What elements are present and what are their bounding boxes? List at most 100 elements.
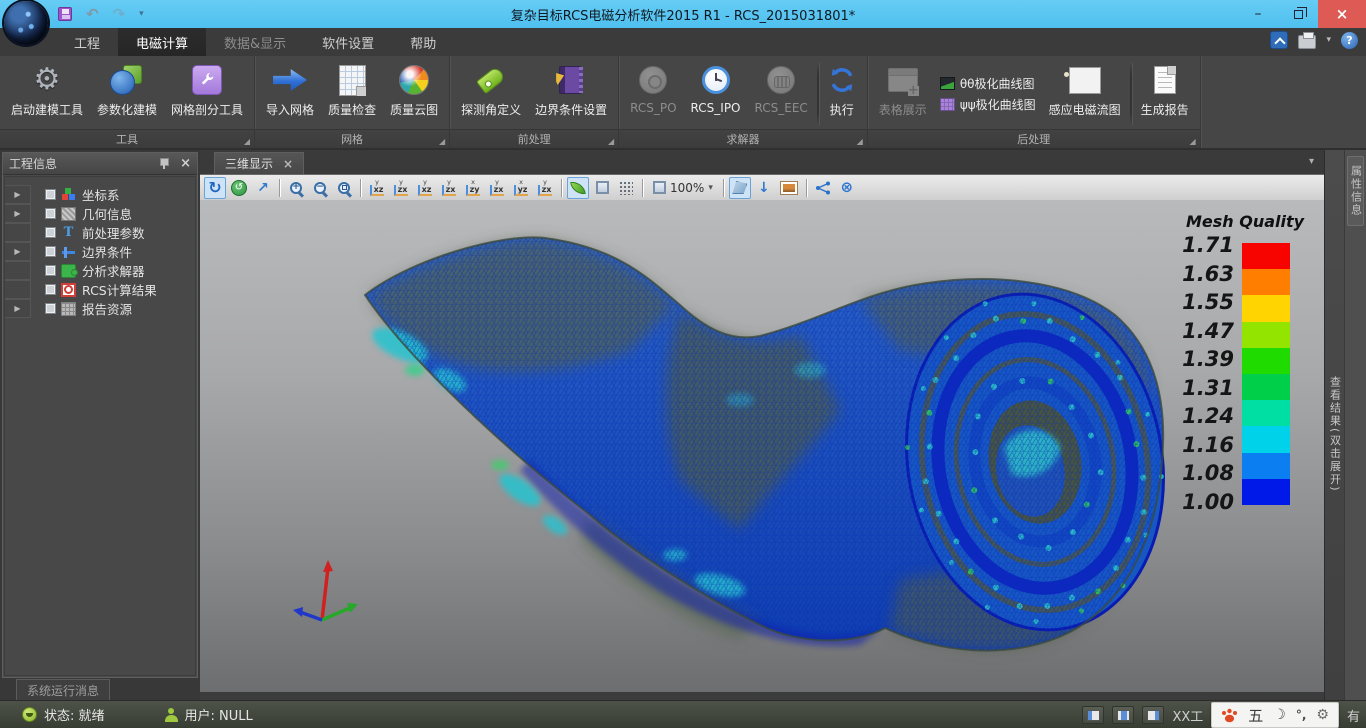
checkbox[interactable] [45, 227, 56, 238]
ime-paw-icon[interactable] [1221, 708, 1238, 723]
layout-left-panel-button[interactable] [1082, 706, 1104, 724]
app-logo[interactable] [4, 1, 48, 45]
view-preset-button-7[interactable]: xyz [510, 177, 532, 199]
clear-view-button[interactable]: ⊗ [836, 177, 858, 199]
clock-icon [702, 66, 730, 94]
tree-item-report-resources[interactable]: ▶ 报告资源 [5, 299, 195, 318]
tab-software-settings[interactable]: 软件设置 [304, 28, 392, 56]
rotate-icon: ↻ [208, 180, 221, 196]
dialog-launcher-icon[interactable]: ◢ [857, 137, 863, 146]
psi-polarization-curve-button[interactable]: ψψ极化曲线图 [940, 96, 1036, 113]
launch-modeling-tool-button[interactable]: ⚙ 启动建模工具 [4, 59, 90, 129]
tree-item-rcs-results[interactable]: RCS计算结果 [5, 280, 195, 299]
quality-contour-button[interactable]: 质量云图 [383, 59, 445, 129]
view-preset-button-5[interactable]: xzy [462, 177, 484, 199]
zoom-out-button[interactable]: − [309, 177, 331, 199]
viewport-3d[interactable]: Mesh Quality 1.71 1.63 1.55 1.47 1.39 1.… [200, 200, 1324, 692]
collapse-ribbon-icon[interactable] [1270, 31, 1288, 49]
tab-em-computation[interactable]: 电磁计算 [118, 28, 206, 56]
restore-button[interactable] [1278, 0, 1318, 28]
minimize-button[interactable]: – [1238, 0, 1278, 28]
checkbox[interactable] [45, 208, 56, 219]
shaded-mode-button[interactable] [567, 177, 589, 199]
view-preset-button-2[interactable]: yzx [390, 177, 412, 199]
help-icon[interactable]: ? [1341, 32, 1358, 49]
tab-list-dropdown-icon[interactable]: ▾ [1309, 156, 1314, 167]
checkbox[interactable] [45, 265, 56, 276]
induced-current-map-button[interactable]: 感应电磁流图 [1042, 59, 1128, 129]
tab-data-display[interactable]: 数据&显示 [206, 28, 304, 56]
tree-item-geometry-info[interactable]: ▶ 几何信息 [5, 204, 195, 223]
spin-view-button[interactable]: ↺ [228, 177, 250, 199]
ime-punctuation-icon[interactable]: °, [1296, 708, 1307, 722]
checkbox[interactable] [45, 246, 56, 257]
tab-project[interactable]: 工程 [56, 28, 118, 56]
layout-right-panel-button[interactable] [1142, 706, 1164, 724]
view-preset-button-1[interactable]: yxz [366, 177, 388, 199]
pan-view-button[interactable]: ↗ [252, 177, 274, 199]
snapshot-button[interactable] [777, 177, 801, 199]
execute-button[interactable]: 执行 [821, 59, 863, 129]
printer-dropdown-icon[interactable]: ▾ [1326, 35, 1331, 45]
expand-icon[interactable]: ▶ [14, 190, 20, 199]
points-mode-button[interactable] [615, 177, 637, 199]
ime-halfwidth-icon[interactable]: ☽ [1273, 707, 1286, 723]
detection-angle-button[interactable]: 探测角定义 [454, 59, 528, 129]
tab-3d-display[interactable]: 三维显示 × [214, 152, 304, 174]
dialog-launcher-icon[interactable]: ◢ [1190, 137, 1196, 146]
import-mesh-button[interactable]: 导入网格 [259, 59, 321, 129]
tree-item-coordinate-system[interactable]: ▶ 坐标系 [5, 185, 195, 204]
checkbox[interactable] [45, 189, 56, 200]
ime-toolbar[interactable]: 五 ☽ °, ⚙ [1211, 702, 1339, 728]
tree-item-label: 几何信息 [82, 204, 132, 223]
rotate-view-button[interactable]: ↻ [204, 177, 226, 199]
rcs-ipo-button[interactable]: RCS_IPO [684, 59, 748, 129]
checkbox[interactable] [45, 284, 56, 295]
tree-item-boundary-conditions[interactable]: ▶ 边界条件 [5, 242, 195, 261]
tree-item-analysis-solver[interactable]: 分析求解器 [5, 261, 195, 280]
view-preset-button-4[interactable]: yzx [438, 177, 460, 199]
printer-icon[interactable] [1298, 35, 1316, 49]
dialog-launcher-icon[interactable]: ◢ [608, 137, 614, 146]
results-collapsed-panel[interactable]: 查看结果(双击展开) [1324, 150, 1344, 700]
theta-polarization-curve-button[interactable]: θθ极化曲线图 [940, 75, 1036, 92]
properties-collapsed-tab[interactable]: 属性信息 [1347, 156, 1364, 226]
dialog-launcher-icon[interactable]: ◢ [439, 137, 445, 146]
tab-help[interactable]: 帮助 [392, 28, 454, 56]
zoom-in-button[interactable]: + [285, 177, 307, 199]
system-messages-tab[interactable]: 系统运行消息 [16, 679, 110, 702]
group-label-text: 前处理 [518, 131, 551, 147]
checkbox[interactable] [45, 303, 56, 314]
panel-close-icon[interactable]: × [180, 157, 191, 170]
pin-icon[interactable] [159, 158, 168, 169]
share-view-button[interactable] [812, 177, 834, 199]
layout-center-panel-button[interactable] [1112, 706, 1134, 724]
boundary-condition-settings-button[interactable]: 边界条件设置 [528, 59, 614, 129]
parametric-modeling-button[interactable]: 参数化建模 [90, 59, 164, 129]
tab-close-icon[interactable]: × [283, 158, 293, 170]
generate-report-button[interactable]: 生成报告 [1134, 59, 1196, 129]
zoom-fit-button[interactable] [333, 177, 355, 199]
wireframe-mode-button[interactable] [591, 177, 613, 199]
zoom-percent-dropdown[interactable]: 100% ▾ [648, 177, 718, 199]
dialog-launcher-icon[interactable]: ◢ [244, 137, 250, 146]
center-column: 三维显示 × ▾ ↻ ↺ ↗ + − yxz yzx yxz yzx xzy y… [200, 150, 1324, 700]
quality-check-button[interactable]: 质量检查 [321, 59, 383, 129]
view-preset-button-8[interactable]: yzx [534, 177, 556, 199]
close-button[interactable]: × [1318, 0, 1366, 28]
ime-settings-icon[interactable]: ⚙ [1316, 707, 1329, 723]
meshing-tool-button[interactable]: 网格剖分工具 [164, 59, 250, 129]
wrench-icon [192, 65, 222, 95]
ime-mode-label[interactable]: 五 [1248, 705, 1263, 726]
divider [806, 179, 807, 197]
view-preset-button-3[interactable]: yxz [414, 177, 436, 199]
expand-icon[interactable]: ▶ [14, 304, 20, 313]
tree-item-preprocess-params[interactable]: T 前处理参数 [5, 223, 195, 242]
view-preset-button-6[interactable]: yzx [486, 177, 508, 199]
expand-icon[interactable]: ▶ [14, 247, 20, 256]
previous-view-button[interactable] [729, 177, 751, 199]
button-label: 表格展示 [879, 101, 927, 118]
next-view-button[interactable]: ↓ [753, 177, 775, 199]
expand-icon[interactable]: ▶ [14, 209, 20, 218]
refresh-arrows-icon [828, 62, 856, 98]
